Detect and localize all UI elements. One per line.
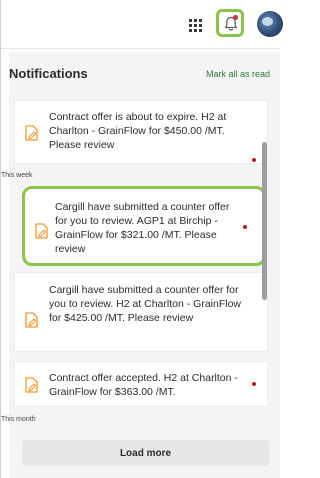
notification-text: Contract offer is about to expire. H2 at… — [49, 111, 227, 151]
scrollbar-thumb[interactable] — [262, 142, 267, 300]
notification-item[interactable]: Contract offer is about to expire. H2 at… — [14, 100, 268, 164]
unread-dot — [252, 158, 256, 162]
document-edit-icon — [25, 377, 38, 393]
notification-item[interactable]: Contract offer accepted. H2 at Charlton … — [14, 361, 268, 407]
grid-apps-icon[interactable] — [189, 19, 202, 32]
document-edit-icon — [25, 125, 38, 141]
document-edit-icon — [35, 223, 48, 239]
notification-item[interactable]: Cargill have submitted a counter offer f… — [14, 272, 268, 352]
unread-dot — [252, 382, 256, 386]
unread-badge — [233, 15, 238, 20]
notification-item-highlighted[interactable]: Cargill have submitted a counter offer f… — [22, 186, 266, 266]
section-label-this-month: This month — [1, 416, 36, 423]
load-more-button[interactable]: Load more — [22, 440, 269, 466]
document-edit-icon — [25, 312, 38, 328]
user-avatar[interactable] — [257, 11, 283, 37]
notifications-bell-button[interactable] — [216, 9, 244, 37]
section-label-this-week: This week — [1, 172, 33, 179]
notification-text: Cargill have submitted a counter offer f… — [49, 284, 241, 324]
panel-header: Notifications Mark all as read — [9, 52, 280, 96]
unread-dot — [243, 225, 247, 229]
mark-all-read-link[interactable]: Mark all as read — [206, 69, 270, 79]
top-bar — [1, 0, 283, 49]
notification-text: Cargill have submitted a counter offer f… — [55, 201, 230, 255]
app-frame: Notifications Mark all as read Contract … — [0, 0, 283, 478]
notification-text: Contract offer accepted. H2 at Charlton … — [49, 372, 238, 398]
panel-title: Notifications — [9, 66, 88, 81]
